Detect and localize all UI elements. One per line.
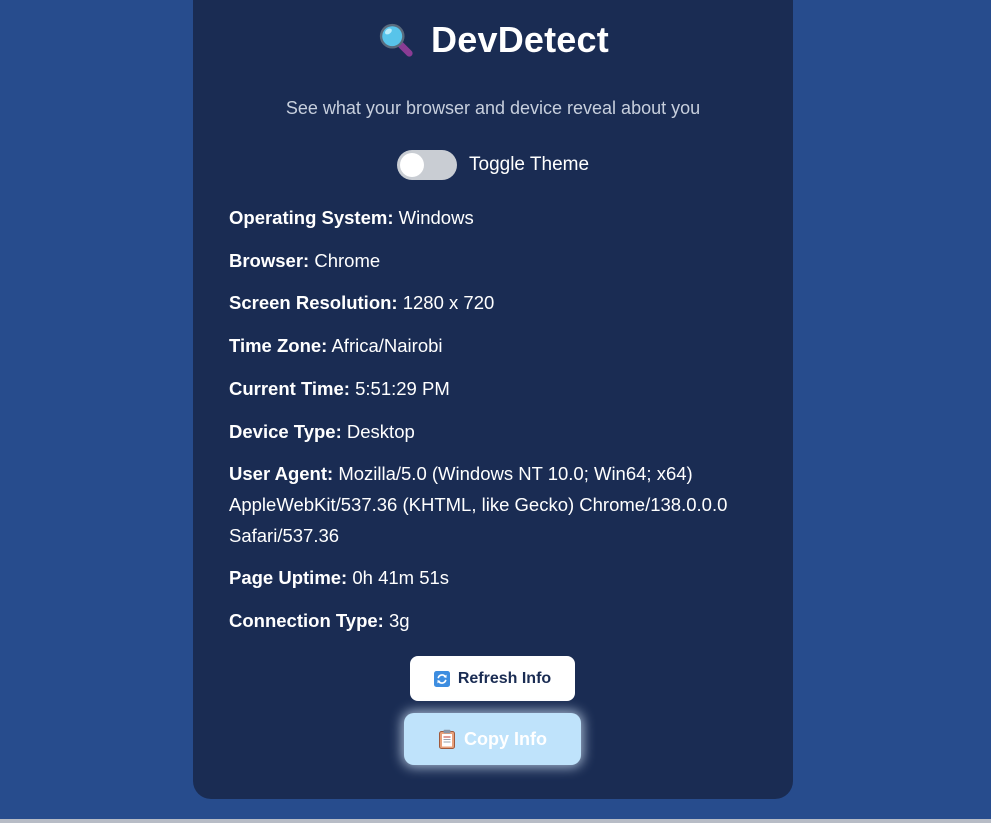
- info-user-agent: User Agent: Mozilla/5.0 (Windows NT 10.0…: [229, 458, 759, 551]
- copy-button-label: Copy Info: [464, 728, 547, 749]
- info-current-time: Current Time: 5:51:29 PM: [229, 373, 759, 404]
- info-label: Current Time:: [229, 378, 350, 399]
- info-label: User Agent:: [229, 463, 334, 484]
- theme-toggle-label: Toggle Theme: [469, 154, 590, 175]
- info-card: DevDetect See what your browser and devi…: [193, 0, 793, 799]
- refresh-info-button[interactable]: Refresh Info: [410, 656, 575, 701]
- info-value: Chrome: [314, 250, 381, 271]
- app-title: DevDetect: [431, 19, 609, 60]
- info-label: Device Type:: [229, 421, 342, 442]
- info-value: Desktop: [346, 421, 415, 442]
- info-screen-resolution: Screen Resolution: 1280 x 720: [229, 287, 759, 318]
- app-subtitle: See what your browser and device reveal …: [285, 98, 701, 118]
- theme-toggle-switch[interactable]: [397, 150, 457, 180]
- header: DevDetect: [193, 18, 793, 62]
- info-label: Page Uptime:: [229, 567, 348, 588]
- clipboard-icon: [438, 729, 456, 749]
- info-value: 0h 41m 51s: [352, 567, 450, 588]
- info-value: Windows: [398, 207, 474, 228]
- window-bottom-edge: [0, 819, 991, 823]
- info-value: 1280 x 720: [402, 292, 495, 313]
- theme-toggle-row: Toggle Theme: [397, 150, 589, 180]
- info-page-uptime: Page Uptime: 0h 41m 51s: [229, 562, 759, 593]
- info-connection-type: Connection Type: 3g: [229, 605, 759, 636]
- info-label: Time Zone:: [229, 335, 328, 356]
- info-label: Screen Resolution:: [229, 292, 398, 313]
- refresh-icon: [433, 670, 450, 687]
- info-label: Connection Type:: [229, 610, 384, 631]
- info-value: 5:51:29 PM: [355, 378, 450, 399]
- info-browser: Browser: Chrome: [229, 245, 759, 276]
- info-device-type: Device Type: Desktop: [229, 416, 759, 447]
- page-background: DevDetect See what your browser and devi…: [0, 0, 991, 823]
- toggle-knob: [400, 153, 424, 177]
- copy-info-button[interactable]: Copy Info: [404, 713, 581, 765]
- info-value: 3g: [389, 610, 410, 631]
- refresh-button-label: Refresh Info: [457, 669, 552, 687]
- info-label: Operating System:: [229, 207, 394, 228]
- magnifying-glass-icon: [377, 21, 415, 59]
- info-label: Browser:: [229, 250, 310, 271]
- info-operating-system: Operating System: Windows: [229, 202, 759, 233]
- info-time-zone: Time Zone: Africa/Nairobi: [229, 330, 759, 361]
- info-value: Africa/Nairobi: [331, 335, 443, 356]
